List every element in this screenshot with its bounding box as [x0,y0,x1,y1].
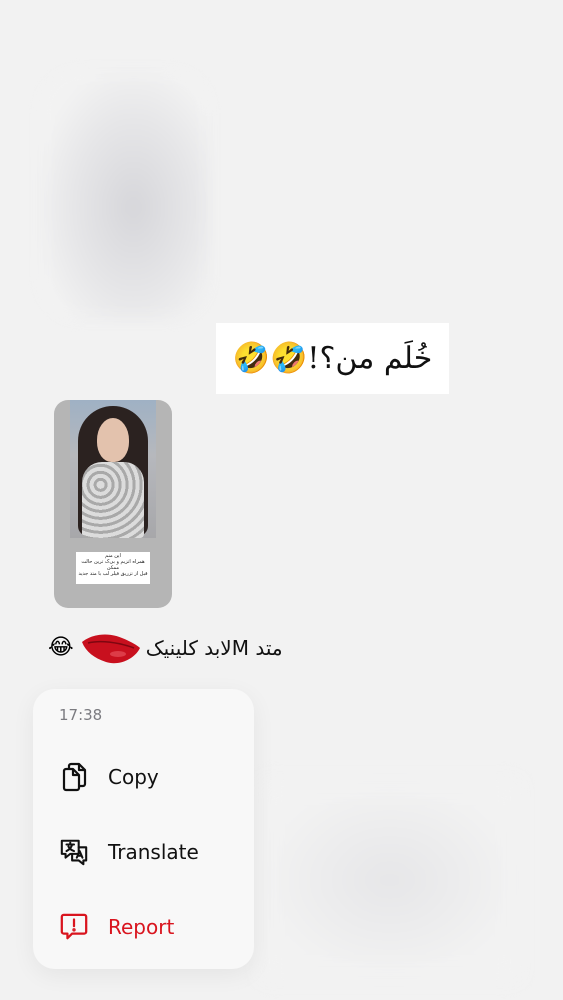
joy-emoji: 😂 [48,635,74,660]
message-context-menu: 17:38 Copy Translate Report [33,689,254,969]
message-timestamp: 17:38 [59,706,103,724]
story-reply-card[interactable]: این منم همراه اتزیم و بی‌ک ترین حالت ممک… [54,400,172,608]
copy-label: Copy [108,765,159,789]
translate-label: Translate [108,840,199,864]
blurred-background [40,70,210,320]
sticker-message-text: خُلَم من؟!🤣🤣 [232,341,433,376]
copy-icon [59,762,89,792]
report-label: Report [108,915,175,939]
report-menu-item[interactable]: Report [33,901,254,953]
story-caption: این منم همراه اتزیم و بی‌ک ترین حالت ممک… [76,552,150,584]
story-photo-face [97,418,129,462]
story-photo [70,400,156,538]
story-caption-line: قبل از تزریق فیلر لب با متد جدید [78,571,148,577]
translate-menu-item[interactable]: Translate [33,826,254,878]
translate-icon [59,837,89,867]
copy-menu-item[interactable]: Copy [33,751,254,803]
text-message[interactable]: 😂 متد Mلابد کلینیک [48,630,283,666]
sticker-message[interactable]: خُلَم من؟!🤣🤣 [216,323,449,394]
lips-sticker-icon [81,634,140,664]
text-message-label: متد Mلابد کلینیک [145,636,283,660]
report-icon [59,912,89,942]
blurred-background-lower [260,780,520,980]
story-photo-scarf [82,462,144,538]
